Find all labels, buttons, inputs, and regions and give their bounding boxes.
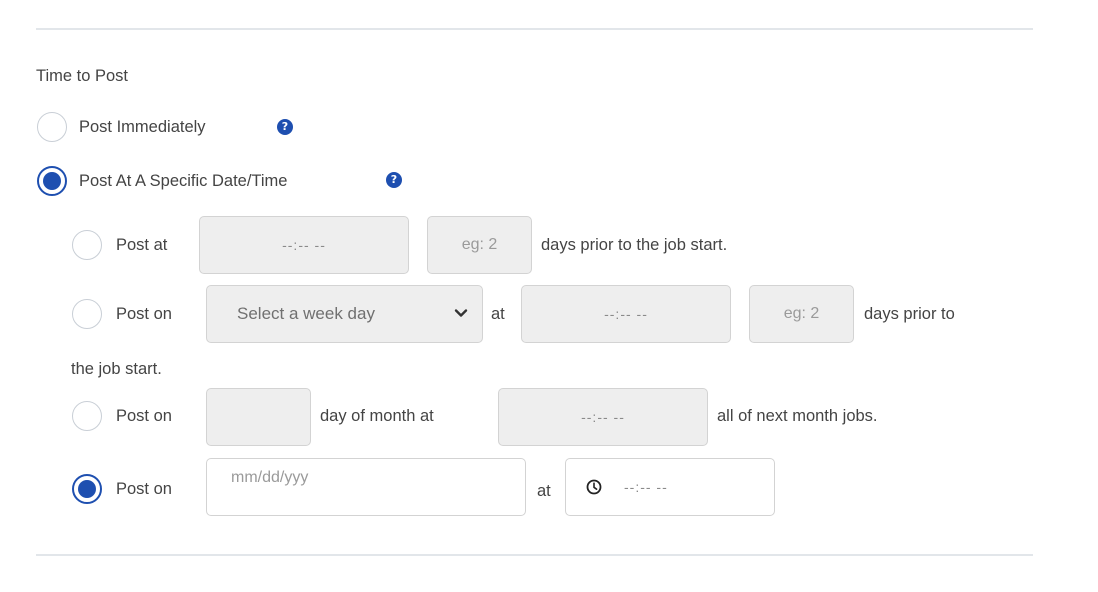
weekday-select-value: Select a week day xyxy=(237,304,375,323)
post-on-date-radio[interactable] xyxy=(72,474,102,504)
days-placeholder: eg: 2 xyxy=(461,236,498,253)
month-day-middle-label: day of month at xyxy=(320,407,434,425)
weekday-suffix-wrap: the job start. xyxy=(71,360,162,378)
weekday-days-input[interactable]: eg: 2 xyxy=(749,285,854,343)
month-day-input[interactable] xyxy=(206,388,311,446)
post-at-suffix: days prior to the job start. xyxy=(541,236,728,254)
post-on-weekday-radio[interactable] xyxy=(72,299,102,329)
chevron-down-icon xyxy=(454,309,468,317)
weekday-select[interactable]: Select a week day xyxy=(206,285,483,343)
clock-icon xyxy=(586,479,602,495)
date-at-label: at xyxy=(537,482,551,500)
post-specific-label: Post At A Specific Date/Time xyxy=(79,172,288,190)
post-specific-radio[interactable] xyxy=(37,166,67,196)
time-placeholder: --:-- -- xyxy=(581,409,625,425)
post-at-time-input[interactable]: --:-- -- xyxy=(199,216,409,274)
post-immediately-label: Post Immediately xyxy=(79,118,206,136)
post-at-label: Post at xyxy=(116,236,168,254)
post-on-month-day-label: Post on xyxy=(116,407,172,425)
month-day-time-input[interactable]: --:-- -- xyxy=(498,388,708,446)
section-title: Time to Post xyxy=(36,67,128,85)
post-at-days-input[interactable]: eg: 2 xyxy=(427,216,532,274)
post-immediately-radio[interactable] xyxy=(37,112,67,142)
time-placeholder: --:-- -- xyxy=(282,237,326,253)
help-icon[interactable]: ? xyxy=(277,119,293,135)
time-placeholder: --:-- -- xyxy=(624,479,668,495)
top-divider xyxy=(36,28,1033,30)
post-on-weekday-label: Post on xyxy=(116,305,172,323)
days-placeholder: eg: 2 xyxy=(783,305,820,322)
weekday-time-input[interactable]: --:-- -- xyxy=(521,285,731,343)
help-icon[interactable]: ? xyxy=(386,172,402,188)
post-on-month-day-radio[interactable] xyxy=(72,401,102,431)
post-at-radio[interactable] xyxy=(72,230,102,260)
time-placeholder: --:-- -- xyxy=(604,306,648,322)
bottom-divider xyxy=(36,554,1033,556)
post-on-date-label: Post on xyxy=(116,480,172,498)
date-placeholder: mm/dd/yyy xyxy=(231,469,309,486)
date-input[interactable]: mm/dd/yyy xyxy=(206,458,526,516)
weekday-at-label: at xyxy=(491,305,505,323)
month-day-suffix: all of next month jobs. xyxy=(717,407,878,425)
weekday-suffix: days prior to xyxy=(864,305,955,323)
date-time-input[interactable]: --:-- -- xyxy=(565,458,775,516)
